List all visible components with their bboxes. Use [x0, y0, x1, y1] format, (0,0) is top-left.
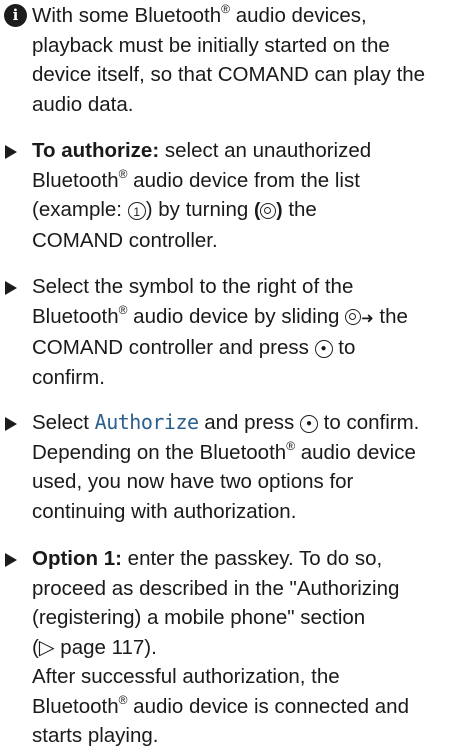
- controller-press-icon: ●: [299, 414, 318, 433]
- step-text: COMAND controller and press: [32, 336, 315, 359]
- note-text: With some Bluetooth: [32, 4, 222, 27]
- step-text: audio device is connected and: [127, 694, 409, 718]
- note-text: device itself, so that COMAND can play t…: [32, 63, 426, 86]
- controller-turn-icon: (): [253, 200, 283, 222]
- arrow-bullet-icon: [5, 145, 17, 159]
- step-text: proceed as described in the "Authorizing: [32, 576, 400, 600]
- step-text: audio device by sliding: [127, 304, 346, 328]
- step-text: Bluetooth: [32, 694, 119, 718]
- step-text: used, you now have two options for: [32, 470, 354, 493]
- manual-page: i With some Bluetooth® audio devices, pl…: [0, 0, 468, 747]
- arrow-bullet-icon: [5, 281, 17, 295]
- step-text: COMAND controller.: [32, 228, 218, 252]
- arrow-bullet-icon: [5, 553, 17, 567]
- controller-press-icon: ●: [314, 339, 333, 358]
- step-text: ) by turning: [145, 198, 254, 221]
- registered-mark: ®: [286, 438, 296, 453]
- step-text: to: [332, 336, 356, 359]
- step-text: to confirm.: [317, 411, 420, 434]
- step-option-1: Option 1: enter the passkey. To do so, p…: [0, 544, 468, 751]
- step-text: Select: [32, 411, 95, 434]
- step-text: Select the symbol to the right of the: [32, 275, 354, 298]
- info-icon: i: [4, 4, 27, 27]
- registered-mark: ®: [221, 2, 230, 16]
- step-text: enter the passkey. To do so,: [121, 547, 383, 570]
- step-text: Depending on the Bluetooth: [32, 440, 287, 464]
- step-text: and press: [198, 411, 300, 434]
- menu-item-authorize: Authorize: [94, 410, 199, 434]
- step-text: audio device from the list: [127, 168, 360, 192]
- info-note: i With some Bluetooth® audio devices, pl…: [0, 1, 468, 119]
- step-text: the: [373, 304, 408, 328]
- step-heading: Option 1:: [32, 547, 122, 570]
- step-text: confirm.: [32, 365, 105, 389]
- note-text: audio data.: [32, 92, 134, 116]
- step-text: the: [282, 198, 317, 221]
- step-text: starts playing.: [32, 724, 159, 747]
- step-text: Bluetooth: [32, 168, 119, 192]
- note-text: audio devices,: [230, 4, 367, 27]
- step-text: (example:: [32, 198, 128, 221]
- step-text: select an unauthorized: [159, 139, 372, 162]
- page-reference: (▷ page 117).: [32, 635, 157, 659]
- step-text: Bluetooth: [32, 304, 119, 328]
- step-authorize: To authorize: select an unauthorized Blu…: [0, 136, 468, 255]
- callout-number: 1: [127, 201, 146, 220]
- step-text: continuing with authorization.: [32, 499, 297, 523]
- controller-slide-right-icon: ➜: [345, 302, 374, 334]
- note-text: playback must be initially started on th…: [32, 33, 390, 57]
- arrow-bullet-icon: [5, 417, 17, 431]
- step-text: (registering) a mobile phone" section: [32, 606, 366, 629]
- step-text: After successful authorization, the: [32, 665, 340, 688]
- step-text: audio device: [295, 440, 416, 464]
- step-select-symbol: Select the symbol to the right of the Bl…: [0, 272, 468, 392]
- step-heading: To authorize:: [32, 139, 160, 162]
- step-select-authorize: Select Authorize and press ● to confirm.…: [0, 408, 468, 526]
